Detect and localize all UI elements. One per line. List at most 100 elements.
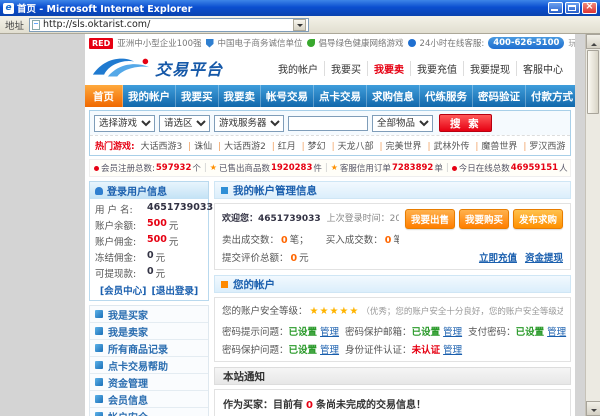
security-items-grid: 密码提示问题：已设置管理 密码保护邮箱：已设置管理 支付密码：已设置管理 密码保… <box>222 324 563 356</box>
headset-icon <box>408 39 416 47</box>
scroll-up-icon[interactable] <box>586 34 600 49</box>
last-login-time: 2013-7-28 22:36:24 <box>390 214 399 224</box>
search-button[interactable]: 搜 索 <box>439 114 492 132</box>
user-panel-links: [会员中心] [退出登录] <box>95 281 203 297</box>
member-center-link[interactable]: [会员中心] <box>100 283 147 297</box>
nav-sell[interactable]: 我要卖 <box>219 85 262 107</box>
game-select[interactable]: 选择游戏 <box>94 115 155 132</box>
address-label: 地址 <box>5 18 24 32</box>
content-area: 登录用户信息 用 户 名:4651739033 账户余额:500元 账户佣金:5… <box>89 181 571 416</box>
scroll-down-icon[interactable] <box>586 401 600 416</box>
top-nav-my-account[interactable]: 我的帐户 <box>272 61 325 76</box>
browser-window: 首页 - Microsoft Internet Explorer 地址 http… <box>0 0 600 416</box>
hot-game-link[interactable]: 梦幻 <box>299 142 326 152</box>
hot-game-link[interactable]: 天龙八部 <box>329 142 374 152</box>
user-row: 可提现款:0元 <box>95 265 203 281</box>
welcome-right: 我要出售 我要购买 发布求购 立即充值 资金提现 <box>405 209 563 264</box>
nav-wanted-info[interactable]: 求购信息 <box>367 85 420 107</box>
hot-game-link[interactable]: 大话西游3 <box>140 142 182 152</box>
section-title: 我的帐户管理信息 <box>233 183 317 198</box>
manage-link[interactable]: 管理 <box>443 327 462 338</box>
sidebar-item-account-security[interactable]: 帐户安全 <box>90 408 208 416</box>
scrollbar-thumb[interactable] <box>587 50 599 114</box>
green-cert-icon <box>307 39 315 47</box>
nav-my-account[interactable]: 我的帐户 <box>123 85 176 107</box>
menu-bullet-icon <box>95 344 103 352</box>
minimize-button[interactable] <box>548 2 563 14</box>
nav-payment-method[interactable]: 付款方式 <box>526 85 575 107</box>
search-row: 选择游戏 请选区 游戏服务器 全部物品 搜 索 <box>90 111 570 135</box>
sidebar-item-all-products[interactable]: 所有商品记录 <box>90 340 208 357</box>
item-type-select[interactable]: 全部物品 <box>372 115 433 132</box>
nav-account-trade[interactable]: 帐号交易 <box>261 85 314 107</box>
nav-buy[interactable]: 我要买 <box>176 85 219 107</box>
top-nav-buy[interactable]: 我要买 <box>325 61 368 76</box>
nav-password-verify[interactable]: 密码验证 <box>473 85 526 107</box>
account-section-header: 我的帐户管理信息 <box>214 181 571 199</box>
nav-home[interactable]: 首页 <box>85 85 123 107</box>
nav-leveling-service[interactable]: 代练服务 <box>420 85 473 107</box>
top-nav-sell[interactable]: 我要卖 <box>368 61 411 76</box>
section-bullet-icon <box>221 187 228 194</box>
hot-game-link[interactable]: 红月 <box>269 142 296 152</box>
maximize-button[interactable] <box>565 2 580 14</box>
hot-games-row: 热门游戏: 大话西游3 诛仙 大话西游2 红月 梦幻 天龙八部 完美世界 武林外… <box>90 135 570 155</box>
notice-right-text: 玩家交易平台首期注册尽在游友交易 <box>568 37 575 49</box>
sidebar-item-seller[interactable]: 我是卖家 <box>90 323 208 340</box>
hot-game-link[interactable]: 大话西游2 <box>215 142 266 152</box>
hot-game-link[interactable]: 完美世界 <box>377 142 422 152</box>
notice-text: 中国电子商务诚信单位 <box>218 37 303 49</box>
zone-select[interactable]: 请选区 <box>159 115 210 132</box>
security-item: 支付密码：已设置管理 <box>468 324 566 338</box>
window-title: 首页 - Microsoft Internet Explorer <box>17 1 545 15</box>
sidebar-item-card-trade-help[interactable]: 点卡交易帮助 <box>90 357 208 374</box>
sidebar-item-funds[interactable]: 资金管理 <box>90 374 208 391</box>
buyer-notice: 作为买家：目前有0条尚未完成的交易信息！ <box>214 389 571 416</box>
vertical-scrollbar[interactable] <box>585 34 600 416</box>
manage-link[interactable]: 管理 <box>320 327 339 338</box>
buy-button[interactable]: 我要购买 <box>459 209 509 229</box>
address-input[interactable]: http://sls.oktarist.com/ <box>29 18 309 32</box>
welcome-box: 欢迎您：4651739033上次登录时间：2013-7-28 22:36:24 … <box>214 203 571 270</box>
notice-text: 倡导绿色健康网络游戏 <box>319 37 404 49</box>
address-dropdown-icon[interactable] <box>293 19 306 31</box>
main-nav: 首页 我的帐户 我要买 我要卖 帐号交易 点卡交易 求购信息 代练服务 密码验证… <box>85 85 575 107</box>
withdraw-link[interactable]: 资金提现 <box>525 250 563 264</box>
stat-item: 已售出商品数1920283件 <box>201 162 322 174</box>
security-level-line: 您的账户安全等级：★★★★★（优秀；您的账户安全十分良好，您的账户安全等级达到最… <box>222 303 563 317</box>
account-security-box: 您的账户安全等级：★★★★★（优秀；您的账户安全十分良好，您的账户安全等级达到最… <box>214 297 571 362</box>
security-item: 密码保护问题：已设置管理 <box>222 342 339 356</box>
logout-link[interactable]: [退出登录] <box>152 283 199 297</box>
stat-item: 客服信用订单7283892单 <box>322 162 443 174</box>
top-nav-withdraw[interactable]: 我要提现 <box>464 61 517 76</box>
manage-link[interactable]: 管理 <box>547 327 566 338</box>
user-row: 账户余额:500元 <box>95 217 203 233</box>
post-wanted-button[interactable]: 发布求购 <box>513 209 563 229</box>
sell-button[interactable]: 我要出售 <box>405 209 455 229</box>
service-phone-badge: 400-626-5100 <box>488 37 564 49</box>
recharge-link[interactable]: 立即充值 <box>479 250 517 264</box>
hot-game-link[interactable]: 武林外传 <box>424 142 469 152</box>
server-select[interactable]: 游戏服务器 <box>214 115 284 132</box>
sidebar-item-buyer[interactable]: 我是买家 <box>90 306 208 323</box>
star-icon <box>331 163 338 173</box>
manage-link[interactable]: 管理 <box>443 345 462 356</box>
sidebar-item-member-info[interactable]: 会员信息 <box>90 391 208 408</box>
site-logo[interactable]: 交易平台 <box>91 55 223 81</box>
site-stats-bar: 会员注册总数:597932个 已售出商品数1920283件 客服信用订单7283… <box>89 159 571 177</box>
hot-game-link[interactable]: 诛仙 <box>185 142 212 152</box>
keyword-input[interactable] <box>288 116 368 131</box>
page-icon <box>32 20 40 30</box>
hot-game-link[interactable]: 传奇 <box>568 142 570 152</box>
close-button[interactable] <box>582 2 597 14</box>
top-nav-service[interactable]: 客服中心 <box>517 61 569 76</box>
menu-bullet-icon <box>95 395 103 403</box>
manage-link[interactable]: 管理 <box>320 345 339 356</box>
search-panel: 选择游戏 请选区 游戏服务器 全部物品 搜 索 热门游戏: 大话西游3 诛仙 大… <box>89 110 571 156</box>
hot-game-link[interactable]: 罗汉西游 <box>520 142 565 152</box>
fund-links: 立即充值 资金提现 <box>479 250 563 264</box>
welcome-left: 欢迎您：4651739033上次登录时间：2013-7-28 22:36:24 … <box>222 209 399 264</box>
top-nav-recharge[interactable]: 我要充值 <box>411 61 464 76</box>
hot-game-link[interactable]: 魔兽世界 <box>472 142 517 152</box>
nav-card-trade[interactable]: 点卡交易 <box>314 85 367 107</box>
